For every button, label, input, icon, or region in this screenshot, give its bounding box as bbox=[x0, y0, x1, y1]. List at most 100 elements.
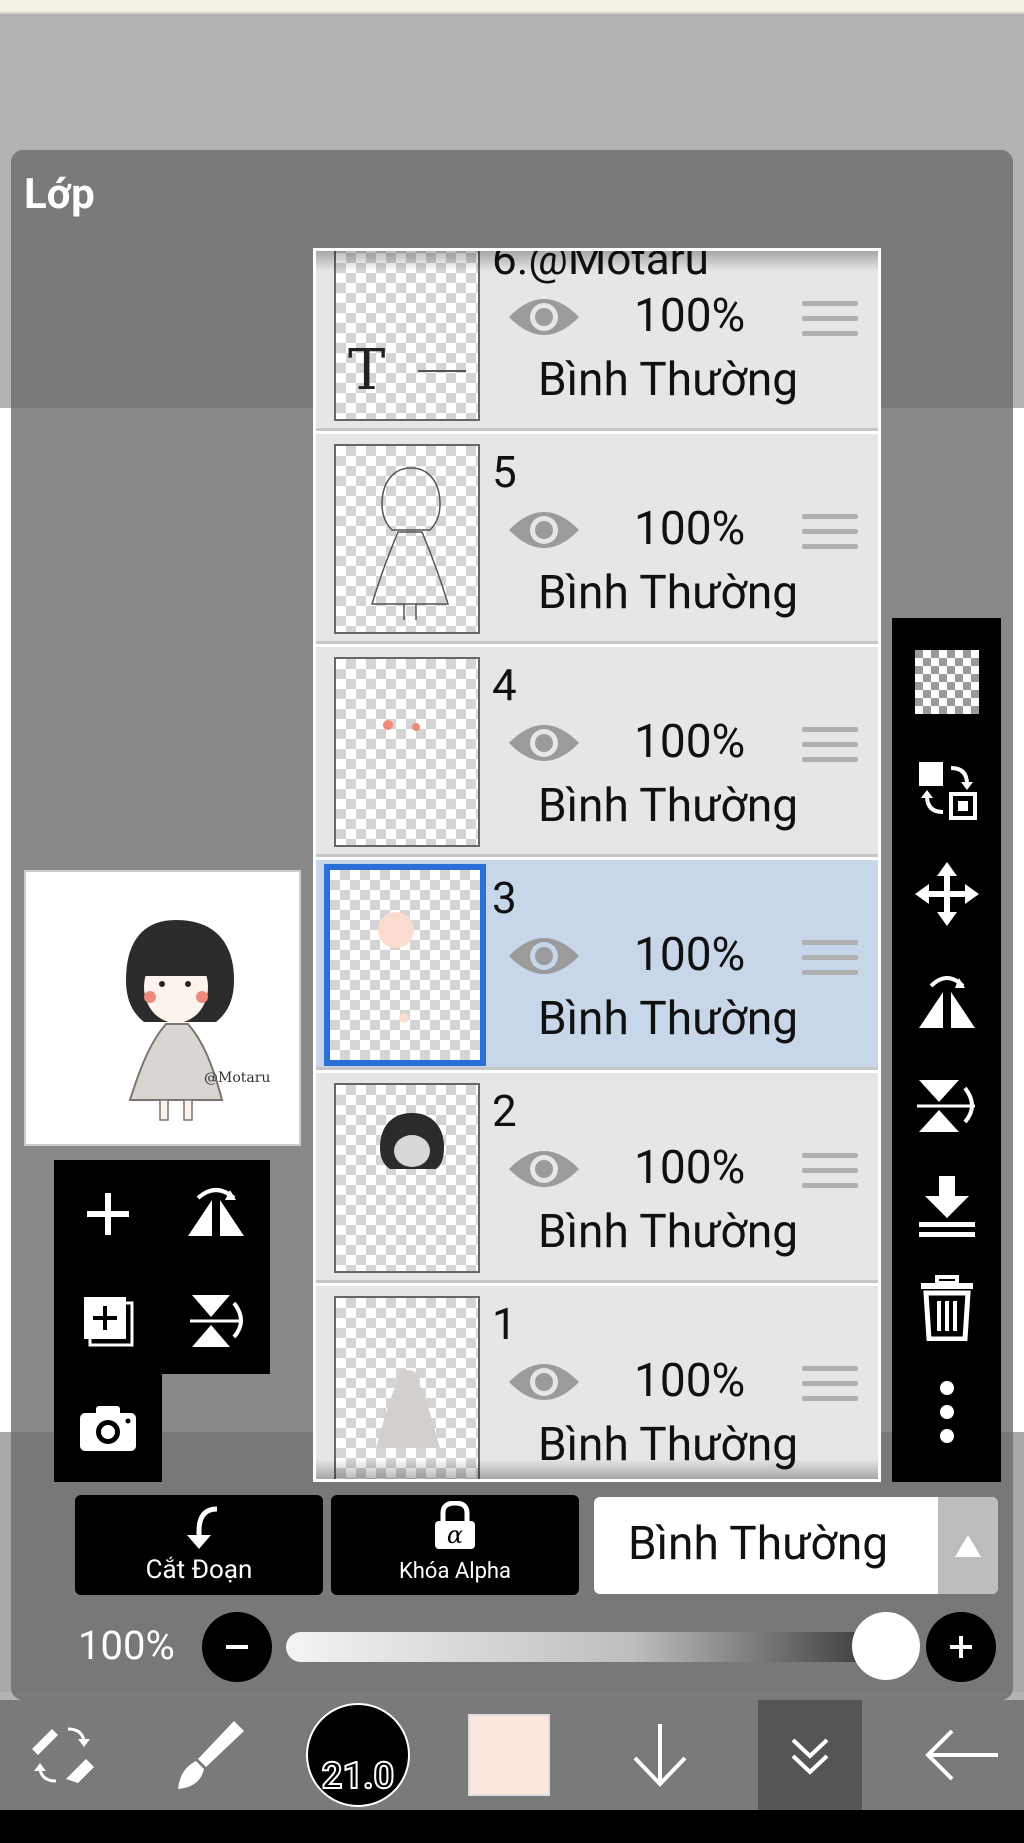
eye-icon[interactable] bbox=[506, 713, 582, 773]
layer-row[interactable]: 4 100% Bình Thường bbox=[316, 647, 878, 857]
drag-handle-icon[interactable] bbox=[802, 727, 858, 771]
svg-text:T: T bbox=[348, 338, 385, 397]
brush-tool-button[interactable] bbox=[160, 1700, 260, 1810]
layer-opacity[interactable]: 100% bbox=[634, 928, 745, 982]
lineart-thumbnail bbox=[370, 467, 450, 620]
opacity-increase-button[interactable] bbox=[926, 1612, 996, 1682]
transform-tool-icon bbox=[32, 1727, 94, 1783]
flip-vertical-icon bbox=[190, 1294, 243, 1347]
layer-row[interactable]: T 6.@Motaru 100% Bình Thường bbox=[316, 251, 878, 431]
layer-thumbnail: T bbox=[334, 251, 480, 421]
layer-name[interactable]: 3 bbox=[492, 872, 517, 924]
opacity-decrease-button[interactable] bbox=[202, 1612, 272, 1682]
transparency-button[interactable] bbox=[892, 632, 1001, 732]
flip-horizontal-icon bbox=[188, 1187, 244, 1236]
brush-size-button[interactable]: 21.0 bbox=[304, 1700, 412, 1810]
more-options-button[interactable] bbox=[892, 1362, 1001, 1462]
chevron-double-down-icon bbox=[791, 1738, 829, 1775]
layer-opacity[interactable]: 100% bbox=[634, 289, 745, 343]
eye-icon[interactable] bbox=[506, 500, 582, 560]
svg-text:α: α bbox=[447, 1521, 463, 1549]
flip-horizontal-layer-button[interactable] bbox=[162, 1160, 270, 1267]
opacity-slider-handle[interactable] bbox=[852, 1612, 920, 1680]
layer-list[interactable]: T 6.@Motaru 100% Bình Thường 5 100% Bình… bbox=[313, 248, 881, 1482]
layer-name[interactable]: 5 bbox=[492, 446, 517, 498]
swap-layer-icon bbox=[918, 762, 977, 820]
layer-name[interactable]: 6.@Motaru bbox=[492, 251, 709, 285]
layer-opacity[interactable]: 100% bbox=[634, 715, 745, 769]
layer-thumbnail bbox=[334, 657, 480, 847]
flip-vertical-layer-button[interactable] bbox=[162, 1267, 270, 1374]
flip-vertical-button[interactable] bbox=[892, 1056, 1001, 1156]
drag-handle-icon[interactable] bbox=[802, 940, 858, 984]
camera-button[interactable] bbox=[54, 1374, 162, 1482]
transparency-icon bbox=[914, 650, 979, 714]
merge-down-button[interactable] bbox=[892, 1156, 1001, 1256]
add-layer-button[interactable] bbox=[54, 1160, 162, 1267]
clipping-button[interactable]: Cắt Đoạn bbox=[75, 1495, 323, 1595]
arrow-down-icon bbox=[633, 1724, 687, 1787]
hair-thumbnail bbox=[380, 1113, 444, 1169]
back-button[interactable] bbox=[908, 1700, 1016, 1810]
back-arrow-icon bbox=[925, 1729, 998, 1781]
layer-name[interactable]: 2 bbox=[492, 1085, 517, 1137]
layer-thumbnail bbox=[324, 864, 486, 1066]
drag-handle-icon[interactable] bbox=[802, 1366, 858, 1410]
move-button[interactable] bbox=[892, 844, 1001, 944]
dress-thumbnail bbox=[376, 1370, 440, 1448]
eye-icon[interactable] bbox=[506, 287, 582, 347]
layer-name[interactable]: 1 bbox=[492, 1298, 517, 1350]
layer-down-button[interactable] bbox=[610, 1700, 710, 1810]
transform-tool-button[interactable] bbox=[14, 1700, 110, 1810]
duplicate-layer-button[interactable] bbox=[54, 1267, 162, 1374]
drag-handle-icon[interactable] bbox=[802, 514, 858, 558]
top-status-strip bbox=[0, 0, 1024, 14]
color-picker-button[interactable] bbox=[464, 1700, 554, 1810]
layer-name[interactable]: 4 bbox=[492, 659, 517, 711]
plus-icon bbox=[950, 1636, 972, 1658]
layer-row[interactable]: 2 100% Bình Thường bbox=[316, 1073, 878, 1283]
layer-blend-mode[interactable]: Bình Thường bbox=[538, 1205, 798, 1259]
panel-title: Lớp bbox=[24, 170, 95, 219]
eye-icon[interactable] bbox=[506, 1139, 582, 1199]
layer-blend-mode[interactable]: Bình Thường bbox=[538, 1418, 798, 1472]
delete-layer-button[interactable] bbox=[892, 1258, 1001, 1358]
layer-opacity[interactable]: 100% bbox=[634, 502, 745, 556]
layer-row-selected[interactable]: 3 100% Bình Thường bbox=[316, 860, 878, 1070]
layer-blend-mode[interactable]: Bình Thường bbox=[538, 566, 798, 620]
clipping-label: Cắt Đoạn bbox=[145, 1555, 253, 1585]
alpha-lock-button[interactable]: α Khóa Alpha bbox=[331, 1495, 579, 1595]
layer-thumbnail bbox=[334, 1296, 480, 1479]
layer-blend-mode[interactable]: Bình Thường bbox=[538, 992, 798, 1046]
layer-blend-mode[interactable]: Bình Thường bbox=[538, 779, 798, 833]
eye-icon[interactable] bbox=[506, 1352, 582, 1412]
drag-handle-icon[interactable] bbox=[802, 301, 858, 345]
minus-icon bbox=[226, 1645, 248, 1649]
layer-blend-mode[interactable]: Bình Thường bbox=[538, 353, 798, 407]
lock-alpha-icon: α bbox=[435, 1501, 475, 1549]
blush-thumbnail bbox=[383, 720, 420, 731]
svg-text:@Motaru: @Motaru bbox=[204, 1070, 270, 1086]
opacity-slider-track[interactable] bbox=[286, 1632, 920, 1662]
blend-mode-dropdown-toggle[interactable] bbox=[938, 1497, 998, 1594]
drag-handle-icon[interactable] bbox=[802, 1153, 858, 1197]
flip-horizontal-button[interactable] bbox=[892, 950, 1001, 1050]
eye-icon[interactable] bbox=[506, 926, 582, 986]
blend-mode-value: Bình Thường bbox=[628, 1517, 889, 1571]
flip-horizontal-icon bbox=[918, 976, 975, 1028]
canvas-preview[interactable]: @Motaru bbox=[24, 870, 301, 1146]
text-layer-icon: T bbox=[348, 338, 385, 397]
more-icon bbox=[939, 1381, 954, 1443]
layer-thumbnail bbox=[334, 444, 480, 634]
blend-mode-select[interactable]: Bình Thường bbox=[594, 1497, 998, 1594]
color-swatch bbox=[468, 1714, 550, 1796]
opacity-value: 100% bbox=[78, 1622, 175, 1669]
layer-opacity[interactable]: 100% bbox=[634, 1354, 745, 1408]
layer-opacity[interactable]: 100% bbox=[634, 1141, 745, 1195]
layer-row[interactable]: 5 100% Bình Thường bbox=[316, 434, 878, 644]
swap-layer-button[interactable] bbox=[892, 740, 1001, 840]
collapse-panel-button[interactable] bbox=[758, 1700, 862, 1810]
duplicate-layer-icon bbox=[84, 1296, 134, 1346]
layer-row[interactable]: 1 100% Bình Thường bbox=[316, 1286, 878, 1479]
bottom-toolbar: 21.0 bbox=[0, 1700, 1024, 1810]
